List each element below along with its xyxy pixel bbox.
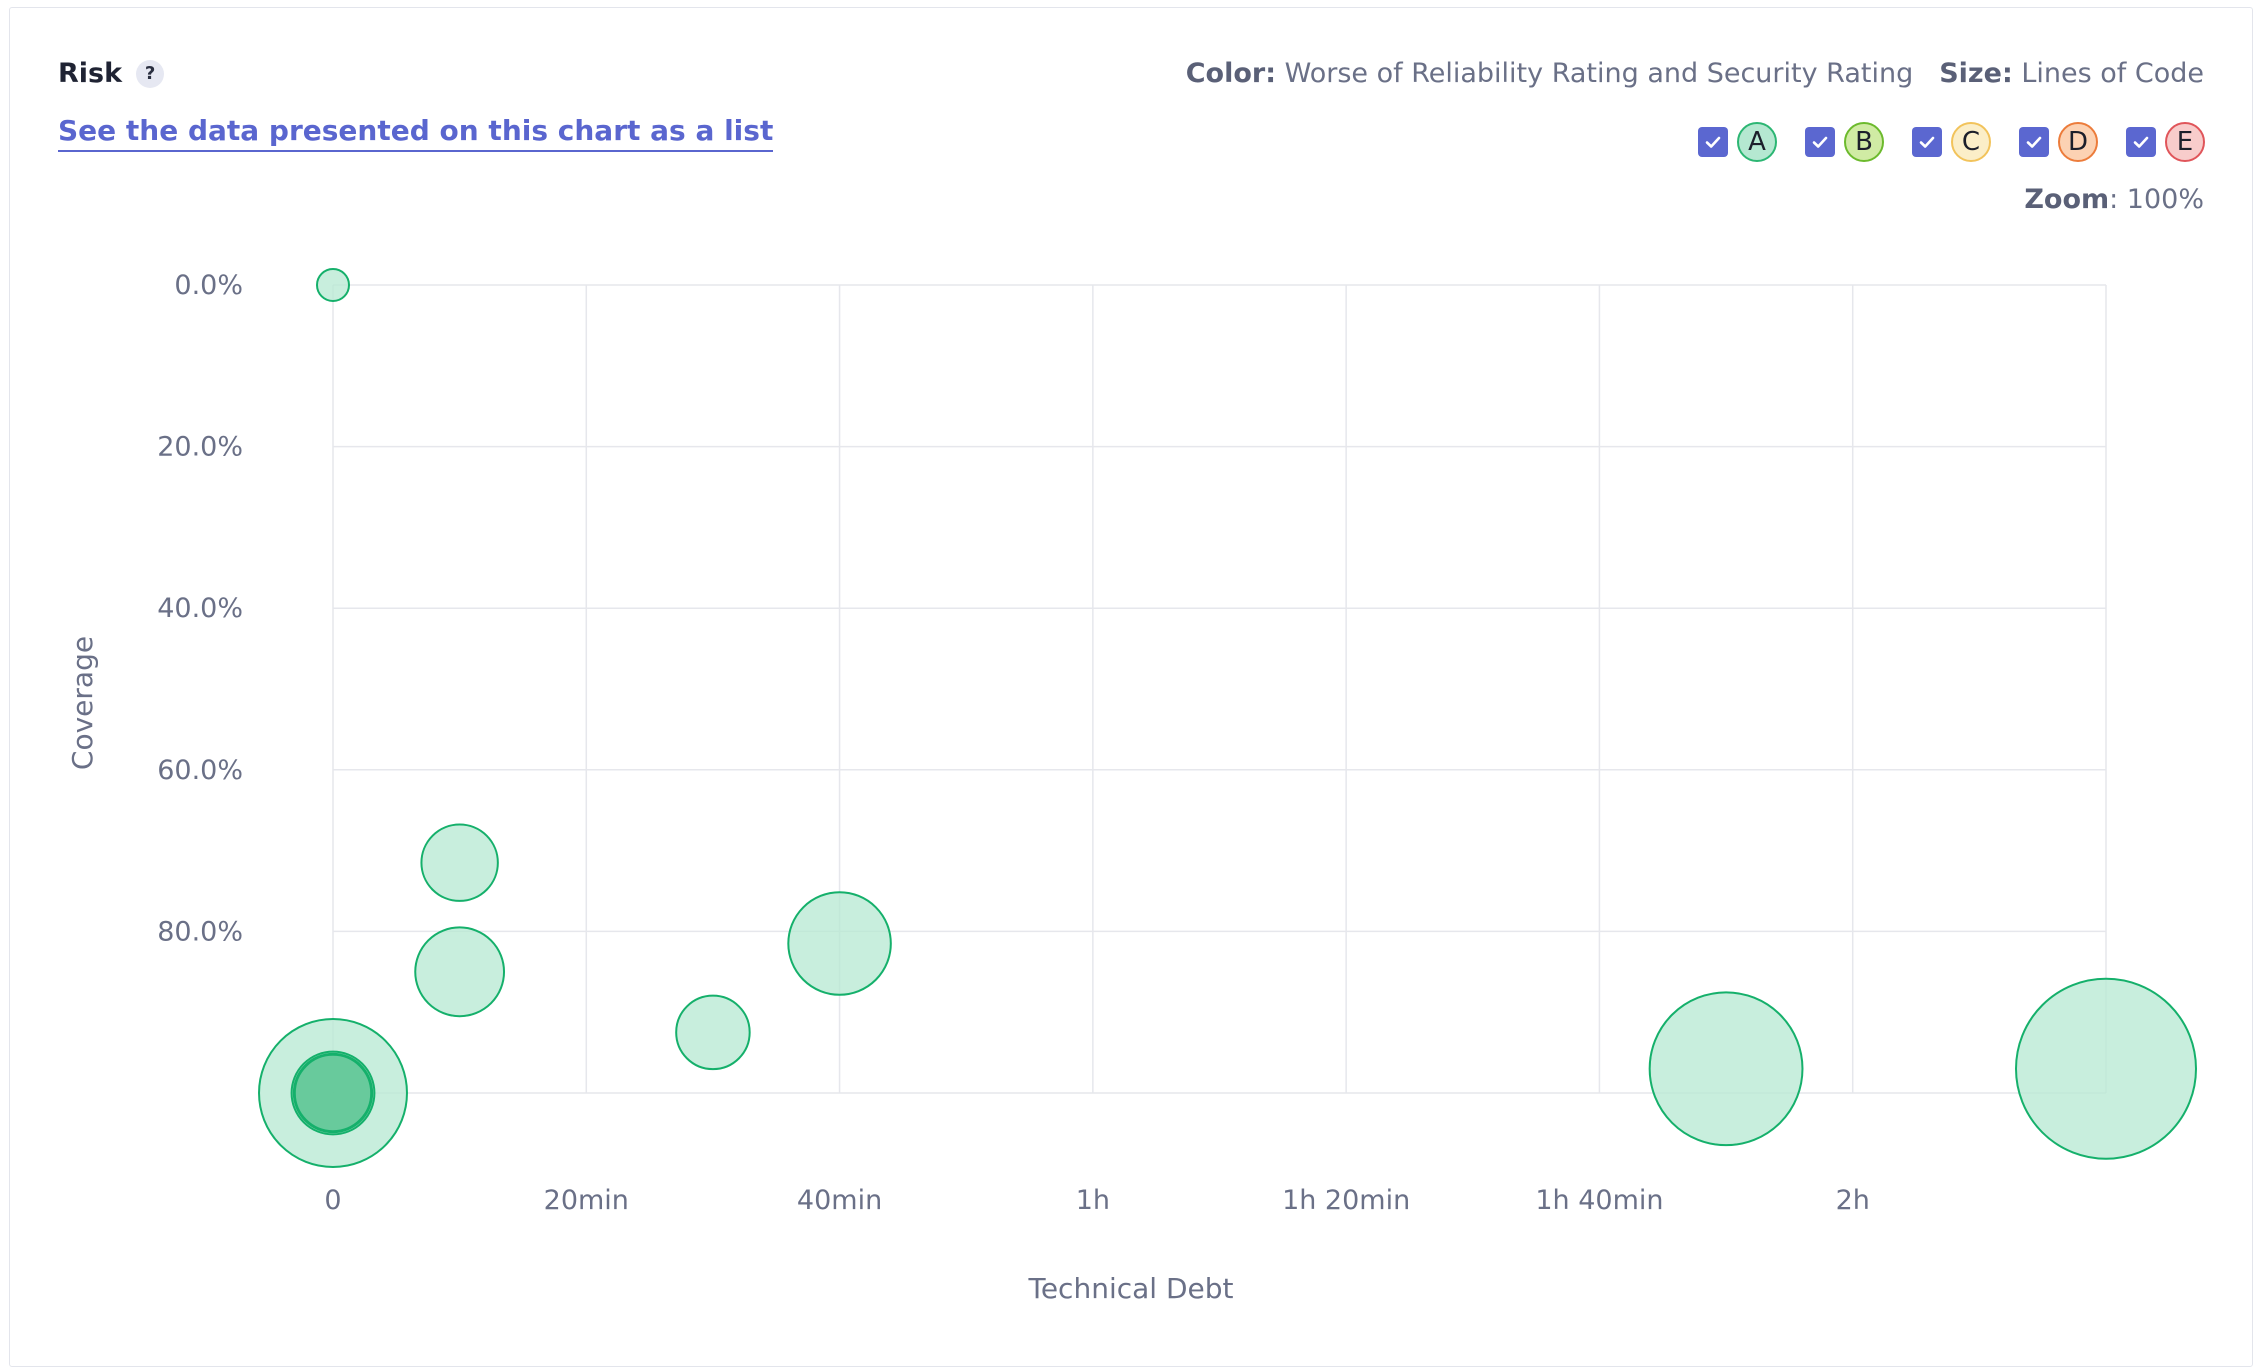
bubble-point	[293, 1053, 373, 1133]
x-tick-label: 2h	[1836, 1185, 1870, 1216]
x-tick-label: 1h	[1076, 1185, 1110, 1216]
x-tick-label: 0	[324, 1185, 341, 1216]
y-tick-label: 40.0%	[157, 593, 243, 624]
bubble-point	[316, 268, 350, 302]
y-tick-label: 60.0%	[157, 755, 243, 786]
x-tick-label: 20min	[544, 1185, 629, 1216]
bubble-point	[2015, 977, 2197, 1160]
y-axis-title: Coverage	[66, 636, 99, 770]
x-axis-title: Technical Debt	[1027, 1272, 1233, 1305]
x-tick-label: 1h 20min	[1282, 1185, 1410, 1216]
bubble-point	[787, 891, 892, 996]
bubble-point	[1648, 991, 1804, 1147]
bubble-chart: 0 20min 40min 1h 1h 20min 1h 40min 2h 0.0% 20.0%…	[66, 268, 2197, 1305]
y-tick-label: 20.0%	[157, 432, 243, 463]
x-tick-label: 40min	[797, 1185, 882, 1216]
y-tick-label: 80.0%	[157, 916, 243, 947]
bubble-point	[675, 994, 751, 1071]
x-tick-label: 1h 40min	[1535, 1185, 1663, 1216]
bubble-point	[420, 823, 499, 902]
y-tick-label: 0.0%	[174, 270, 243, 301]
bubble-point	[414, 926, 506, 1018]
